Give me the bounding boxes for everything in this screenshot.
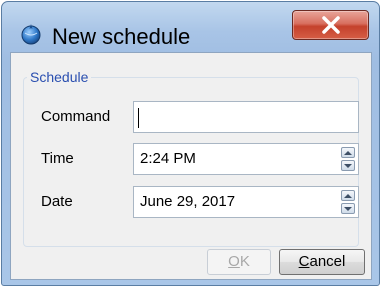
time-label: Time [41, 150, 74, 167]
group-title: Schedule [27, 69, 92, 85]
window-title: New schedule [52, 24, 191, 49]
cancel-label-rest: ancel [309, 253, 346, 270]
command-input[interactable] [133, 101, 359, 133]
cancel-mnemonic: C [298, 253, 310, 270]
time-increment-button[interactable] [341, 147, 355, 158]
time-spinner-field[interactable]: 2:24 PM [133, 143, 359, 175]
date-spinner [341, 190, 355, 214]
arrow-down-icon [344, 164, 352, 168]
close-button[interactable] [292, 10, 369, 40]
ok-button[interactable]: OK [207, 249, 271, 275]
date-decrement-button[interactable] [341, 203, 355, 214]
arrow-up-icon [344, 151, 352, 155]
dialog-content: Schedule Command Time 2:24 PM Date June … [10, 52, 372, 280]
cancel-button[interactable]: Cancel [279, 249, 365, 275]
time-spinner [341, 147, 355, 171]
ok-mnemonic: O [228, 253, 240, 270]
command-label: Command [41, 108, 111, 125]
date-increment-button[interactable] [341, 190, 355, 201]
arrow-down-icon [344, 207, 352, 211]
ok-label-rest: K [239, 253, 250, 270]
arrow-up-icon [344, 194, 352, 198]
close-icon [322, 16, 340, 34]
dialog-window: New schedule Schedule Command Time 2:24 … [1, 1, 380, 286]
date-label: Date [41, 193, 73, 210]
time-decrement-button[interactable] [341, 160, 355, 171]
globe-icon [20, 23, 42, 45]
time-value: 2:24 PM [140, 150, 196, 167]
date-value: June 29, 2017 [140, 193, 236, 210]
date-spinner-field[interactable]: June 29, 2017 [133, 186, 359, 218]
text-caret [138, 108, 139, 128]
title-bar[interactable]: New schedule [2, 2, 379, 49]
